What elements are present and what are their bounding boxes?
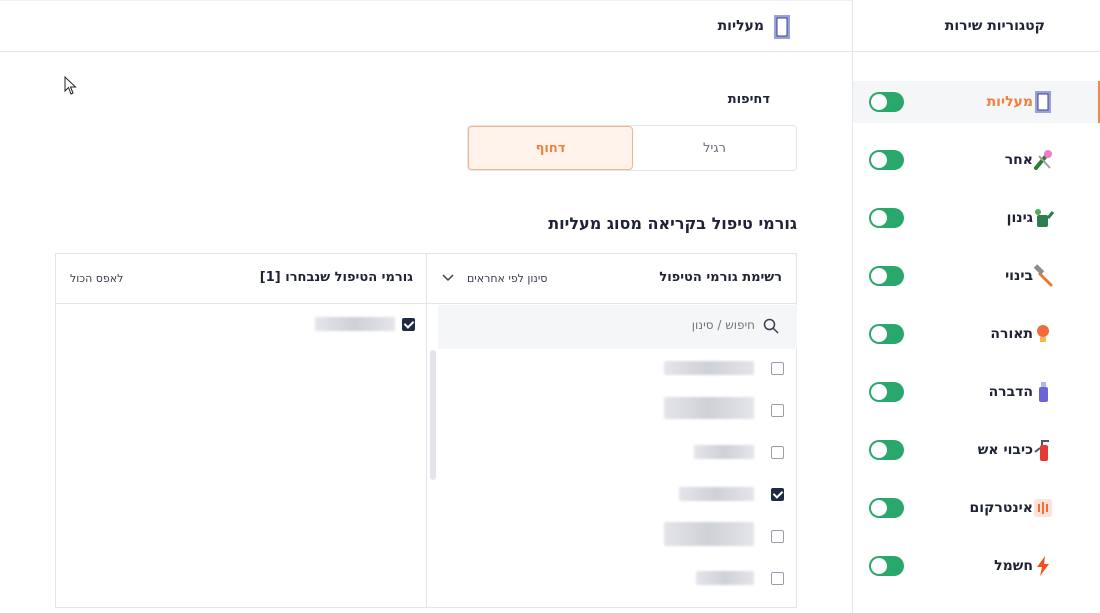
selected-handlers-panel: גורמי הטיפול שנבחרו [1] לאפס הכול (55, 253, 427, 608)
selected-handler-checkbox[interactable] (402, 318, 415, 331)
handler-row[interactable] (584, 522, 784, 547)
watering-can-icon (1035, 209, 1055, 227)
sidebar-item-electricity[interactable]: חשמל (853, 545, 1099, 587)
urgency-label: דחיפות (727, 92, 770, 107)
handlers-list-title: רשימת גורמי הטיפול (659, 270, 782, 285)
selected-handlers-title: גורמי הטיפול שנבחרו [1] (259, 270, 413, 285)
category-toggle[interactable] (869, 498, 904, 518)
redacted-name (694, 445, 754, 459)
handler-row[interactable] (584, 443, 784, 463)
handler-row[interactable] (584, 569, 784, 589)
filter-by-responsible-dropdown[interactable]: סינון לפי אחראים (467, 272, 547, 285)
selected-handler-row[interactable] (215, 315, 415, 335)
sidebar-item-elevators[interactable]: מעליות (853, 81, 1100, 123)
sidebar-item-intercom[interactable]: אינטרקום (853, 487, 1099, 529)
handler-checkbox[interactable] (771, 530, 784, 543)
redacted-name (679, 487, 754, 501)
handler-row[interactable] (584, 359, 784, 379)
light-bulb-icon (1037, 325, 1049, 342)
sidebar-item-label: גינון (1006, 210, 1033, 226)
handler-row[interactable] (584, 485, 784, 505)
urgency-option-regular[interactable]: רגיל (633, 126, 796, 170)
search-icon (763, 318, 779, 334)
hammer-icon (1033, 264, 1053, 287)
sidebar-item-construction[interactable]: בינוי (853, 255, 1099, 297)
intercom-icon (1034, 499, 1052, 517)
handler-row[interactable] (584, 397, 784, 421)
sidebar-title: קטגוריות שירות (853, 0, 1100, 52)
handlers-list-header: רשימת גורמי הטיפול סינון לפי אחראים (427, 254, 796, 304)
sidebar-item-label: כיבוי אש (977, 442, 1033, 458)
category-toggle[interactable] (869, 440, 904, 460)
redacted-name (315, 317, 395, 331)
category-toggle[interactable] (869, 92, 904, 112)
chevron-down-icon[interactable] (441, 272, 455, 284)
service-categories-sidebar: קטגוריות שירות מעליות אחר גינון בינוי תא… (852, 0, 1100, 613)
search-bar (438, 305, 797, 349)
handler-checkbox[interactable] (771, 362, 784, 375)
sidebar-item-label: חשמל (994, 558, 1033, 574)
tools-icon (1034, 150, 1052, 170)
sidebar-item-label: מעליות (986, 94, 1033, 110)
lightning-icon (1037, 556, 1049, 576)
redacted-name (664, 397, 754, 419)
handler-checkbox[interactable] (771, 572, 784, 585)
sidebar-item-label: בינוי (1005, 268, 1033, 284)
list-scrollbar[interactable] (430, 350, 436, 480)
fire-extinguisher-icon (1034, 440, 1049, 461)
sidebar-item-label: אחר (1004, 152, 1033, 168)
selected-handlers-header: גורמי הטיפול שנבחרו [1] לאפס הכול (56, 254, 427, 304)
elevator-icon (1035, 91, 1051, 113)
category-title: מעליות (717, 18, 764, 34)
category-toggle[interactable] (869, 382, 904, 402)
sidebar-item-fire-safety[interactable]: כיבוי אש (853, 429, 1099, 471)
handlers-list-panel: רשימת גורמי הטיפול סינון לפי אחראים (426, 253, 797, 608)
urgency-toggle: דחוף רגיל (467, 125, 797, 171)
redacted-name (664, 361, 754, 375)
redacted-name (664, 522, 754, 546)
clear-all-button[interactable]: לאפס הכול (70, 272, 123, 285)
urgency-option-urgent[interactable]: דחוף (468, 126, 633, 170)
redacted-name (696, 571, 754, 585)
app-root: מעליות דחיפות דחוף רגיל גורמי טיפול בקרי… (0, 0, 1100, 613)
sidebar-item-label: אינטרקום (969, 500, 1033, 516)
category-header: מעליות (0, 0, 852, 52)
sidebar-item-gardening[interactable]: גינון (853, 197, 1099, 239)
sidebar-item-other[interactable]: אחר (853, 139, 1099, 181)
handler-checkbox[interactable] (771, 446, 784, 459)
category-toggle[interactable] (869, 150, 904, 170)
category-toggle[interactable] (869, 208, 904, 228)
category-toggle[interactable] (869, 556, 904, 576)
category-toggle[interactable] (869, 266, 904, 286)
elevator-icon (772, 14, 792, 40)
sidebar-item-label: תאורה (990, 326, 1033, 342)
handler-checkbox[interactable] (771, 488, 784, 501)
category-toggle[interactable] (869, 324, 904, 344)
sidebar-item-label: הדברה (988, 384, 1033, 400)
search-input[interactable] (555, 318, 755, 332)
sidebar-item-pest-control[interactable]: הדברה (853, 371, 1099, 413)
mouse-cursor-icon (64, 76, 77, 95)
handlers-section-title: גורמי טיפול בקריאה מסוג מעליות (548, 214, 797, 233)
handler-checkbox[interactable] (771, 404, 784, 417)
sidebar-item-lighting[interactable]: תאורה (853, 313, 1099, 355)
spray-can-icon (1039, 382, 1048, 402)
